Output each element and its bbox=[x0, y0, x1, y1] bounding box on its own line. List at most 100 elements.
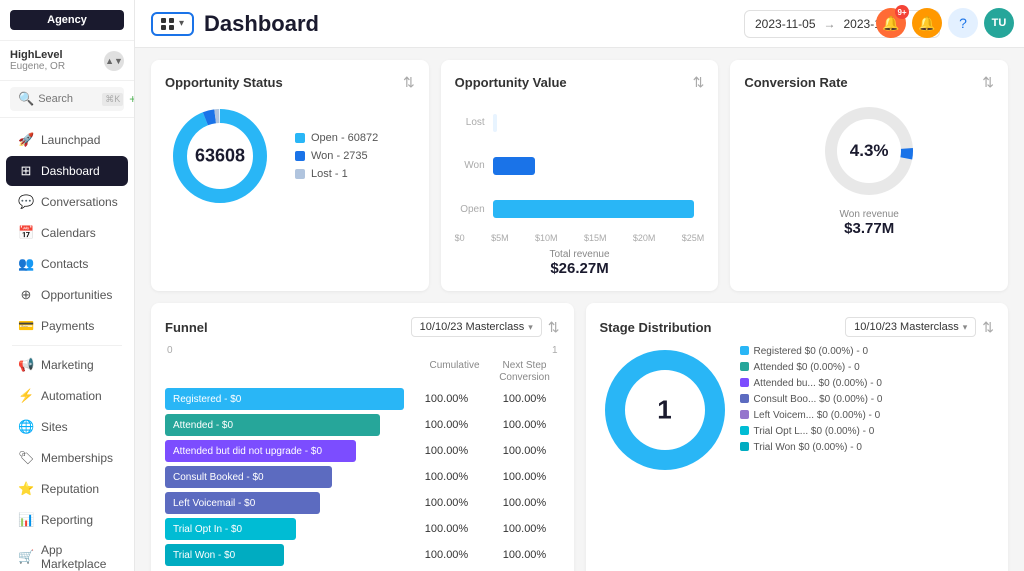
funnel-bar-area: Consult Booked - $0 bbox=[165, 466, 404, 488]
funnel-cumulative: 100.00% bbox=[412, 419, 482, 431]
help-icon[interactable]: ? bbox=[948, 8, 978, 38]
user-avatar[interactable]: TU bbox=[984, 8, 1014, 38]
card-header: Opportunity Status ⇅ bbox=[165, 74, 415, 91]
sidebar-item-opportunities[interactable]: ⊕ Opportunities bbox=[6, 280, 128, 310]
sidebar-item-conversations[interactable]: 💬 Conversations bbox=[6, 187, 128, 217]
funnel-cumulative: 100.00% bbox=[412, 393, 482, 405]
memberships-icon: 🏷 bbox=[18, 450, 34, 466]
empty-col bbox=[165, 360, 420, 384]
reputation-icon: ⭐ bbox=[18, 481, 34, 497]
sidebar: Agency HighLevel Eugene, OR ▲▼ 🔍 ⌘K + 🚀 … bbox=[0, 0, 135, 571]
stage-legend-item: Attended bu... $0 (0.00%) - 0 bbox=[740, 377, 995, 390]
stage-dropdown[interactable]: 10/10/23 Masterclass ▾ bbox=[845, 317, 976, 337]
donut-chart: 63608 bbox=[165, 101, 275, 211]
opp-value-footer: Total revenue $26.27M bbox=[455, 249, 705, 277]
sidebar-item-app-marketplace[interactable]: 🛒 App Marketplace bbox=[6, 536, 128, 571]
sidebar-item-label: App Marketplace bbox=[41, 543, 116, 571]
account-location: Eugene, OR bbox=[10, 61, 65, 72]
sidebar-item-label: Conversations bbox=[41, 195, 118, 209]
page-title: Dashboard bbox=[204, 11, 319, 37]
funnel-bar-area: Attended but did not upgrade - $0 bbox=[165, 440, 404, 462]
search-input[interactable] bbox=[38, 93, 98, 105]
legend-open: Open - 60872 bbox=[295, 132, 378, 144]
sidebar-item-marketing[interactable]: 📢 Marketing bbox=[6, 350, 128, 380]
opportunity-status-card: Opportunity Status ⇅ bbox=[151, 60, 429, 291]
funnel-row: Registered - $0 100.00% 100.00% bbox=[165, 388, 560, 410]
conversion-percent: 4.3% bbox=[850, 141, 889, 160]
funnel-rows: Registered - $0 100.00% 100.00% Attended… bbox=[165, 388, 560, 566]
card-header: Opportunity Value ⇅ bbox=[455, 74, 705, 91]
stage-legend-label: Consult Boo... $0 (0.00%) - 0 bbox=[754, 393, 883, 406]
funnel-header: Funnel 10/10/23 Masterclass ▾ ⇅ bbox=[165, 317, 560, 337]
sidebar-item-calendars[interactable]: 📅 Calendars bbox=[6, 218, 128, 248]
funnel-cumulative: 100.00% bbox=[412, 549, 482, 561]
search-box[interactable]: 🔍 ⌘K + bbox=[10, 87, 124, 111]
stage-legend-dot bbox=[740, 426, 749, 435]
account-avatar: ▲▼ bbox=[104, 51, 124, 71]
card-title: Opportunity Value bbox=[455, 75, 567, 90]
stage-legend-item: Attended $0 (0.00%) - 0 bbox=[740, 361, 995, 374]
sites-icon: 🌐 bbox=[18, 419, 34, 435]
main-content: ▾ Dashboard 2023-11-05 → 2023-12-05 📅 ✏️… bbox=[135, 0, 1024, 571]
filter-icon[interactable]: ⇅ bbox=[693, 74, 705, 91]
donut-center-value: 63608 bbox=[195, 146, 245, 167]
sidebar-item-dashboard[interactable]: ⊞ Dashboard bbox=[6, 156, 128, 186]
y-axis-labels: Lost Won Open bbox=[455, 101, 485, 231]
x-label-0: $0 bbox=[455, 233, 465, 243]
conversion-center: 4.3% bbox=[850, 141, 889, 161]
won-revenue-label: Won revenue bbox=[840, 209, 899, 220]
funnel-filter-icon[interactable]: ⇅ bbox=[548, 319, 560, 336]
search-icon: 🔍 bbox=[18, 91, 34, 107]
funnel-cumulative: 100.00% bbox=[412, 523, 482, 535]
funnel-row: Left Voicemail - $0 100.00% 100.00% bbox=[165, 492, 560, 514]
search-shortcut: ⌘K bbox=[102, 93, 123, 106]
sidebar-item-reputation[interactable]: ⭐ Reputation bbox=[6, 474, 128, 504]
funnel-bar-area: Trial Won - $0 bbox=[165, 544, 404, 566]
arrow-icon: → bbox=[824, 17, 836, 31]
account-info: HighLevel Eugene, OR bbox=[10, 49, 65, 72]
filter-icon[interactable]: ⇅ bbox=[982, 74, 994, 91]
scale-start: 0 bbox=[167, 345, 173, 356]
topnav-icons: 🔔 9+ 🔔 ? TU bbox=[876, 8, 1014, 38]
stage-center-value: 1 bbox=[657, 395, 671, 425]
funnel-bar-area: Registered - $0 bbox=[165, 388, 404, 410]
sidebar-item-launchpad[interactable]: 🚀 Launchpad bbox=[6, 125, 128, 155]
sidebar-item-label: Marketing bbox=[41, 358, 94, 372]
x-label-25: $25M bbox=[682, 233, 705, 243]
account-switcher[interactable]: HighLevel Eugene, OR ▲▼ bbox=[0, 41, 134, 81]
stage-filter-icon[interactable]: ⇅ bbox=[982, 319, 994, 336]
sidebar-item-automation[interactable]: ⚡ Automation bbox=[6, 381, 128, 411]
sidebar-item-label: Reporting bbox=[41, 513, 93, 527]
stage-donut: 1 bbox=[600, 345, 730, 475]
stage-legend-label: Registered $0 (0.00%) - 0 bbox=[754, 345, 869, 358]
sidebar-item-memberships[interactable]: 🏷 Memberships bbox=[6, 443, 128, 473]
col-cumulative: Cumulative bbox=[420, 360, 490, 384]
sidebar-item-reporting[interactable]: 📊 Reporting bbox=[6, 505, 128, 535]
notification-badge: 9+ bbox=[895, 5, 909, 19]
sidebar-item-payments[interactable]: 💳 Payments bbox=[6, 311, 128, 341]
chevron-down-icon: ▾ bbox=[179, 18, 184, 29]
sidebar-item-contacts[interactable]: 👥 Contacts bbox=[6, 249, 128, 279]
funnel-title: Funnel bbox=[165, 320, 208, 335]
conversion-rate-card: Conversion Rate ⇅ 4.3% Won reve bbox=[730, 60, 1008, 291]
sidebar-item-label: Payments bbox=[41, 319, 94, 333]
funnel-bar: Attended - $0 bbox=[165, 414, 380, 436]
account-name: HighLevel bbox=[10, 49, 65, 61]
funnel-bar-area: Attended - $0 bbox=[165, 414, 404, 436]
funnel-dropdown[interactable]: 10/10/23 Masterclass ▾ bbox=[411, 317, 542, 337]
filter-icon[interactable]: ⇅ bbox=[403, 74, 415, 91]
sidebar-item-label: Launchpad bbox=[41, 133, 100, 147]
stage-title: Stage Distribution bbox=[600, 320, 712, 335]
scale-end: 1 bbox=[552, 345, 558, 356]
funnel-col-headers: Cumulative Next Step Conversion bbox=[165, 360, 560, 384]
dashboard-selector[interactable]: ▾ bbox=[151, 12, 194, 36]
sidebar-item-sites[interactable]: 🌐 Sites bbox=[6, 412, 128, 442]
stage-legend-item: Left Voicem... $0 (0.00%) - 0 bbox=[740, 409, 995, 422]
funnel-next-step: 100.00% bbox=[490, 497, 560, 509]
launchpad-icon: 🚀 bbox=[18, 132, 34, 148]
app-marketplace-icon: 🛒 bbox=[18, 549, 34, 565]
agency-logo: Agency bbox=[10, 10, 124, 30]
notification-icon[interactable]: 🔔 9+ bbox=[876, 8, 906, 38]
sidebar-item-label: Automation bbox=[41, 389, 102, 403]
alert-icon[interactable]: 🔔 bbox=[912, 8, 942, 38]
